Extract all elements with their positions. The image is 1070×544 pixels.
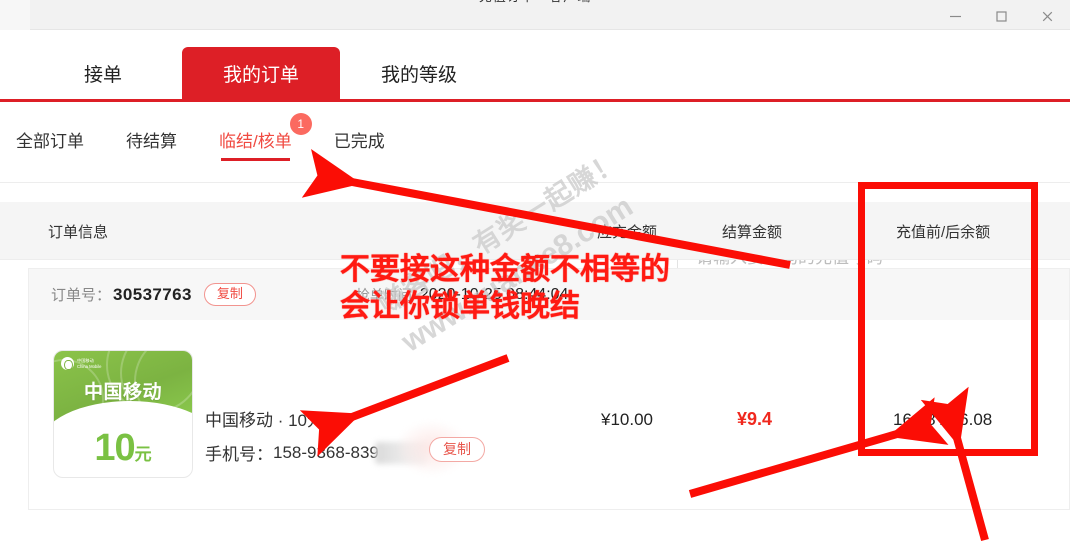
minimize-icon[interactable]: [932, 0, 978, 32]
tab-accept-orders[interactable]: 接单: [24, 47, 182, 99]
cell-amount-due: ¥10.00: [601, 410, 653, 429]
window-titlebar: 充值订单 - 客户端: [0, 0, 1070, 30]
table-header-row: 订单信息 应充金额 结算金额 充值前/后余额: [0, 202, 1070, 260]
sub-tab-pending-settlement[interactable]: 待结算: [126, 127, 177, 161]
sub-tab-label: 已完成: [333, 132, 385, 151]
order-time-label: 抢单时间: [355, 286, 412, 303]
sub-tab-all-orders[interactable]: 全部订单: [16, 127, 84, 161]
order-no-label: 订单号：: [51, 287, 112, 304]
order-time-value: 2020-10-25 08:44:04: [419, 285, 569, 303]
window-title: 充值订单 - 客户端: [0, 0, 1070, 5]
order-no-value: 30537763: [113, 284, 192, 304]
product-thumbnail: 中国移动 China Mobile 中国移动 10元: [53, 350, 193, 478]
column-header-order-info: 订单信息: [48, 223, 109, 241]
order-meta-row: 订单号： 30537763 复制 抢单时间 2020-10-25 08:44:0…: [28, 268, 1070, 320]
sub-tab-label: 全部订单: [16, 132, 84, 151]
product-name: 中国移动 · 10元: [205, 411, 325, 430]
china-mobile-logo-icon: [61, 357, 74, 370]
product-phone: 手机号： 158-9368-839: [205, 440, 427, 465]
sub-tab-temp-settle-verify[interactable]: 临结/核单 1: [219, 113, 312, 161]
table-row: 订单号： 30537763 复制 抢单时间 2020-10-25 08:44:0…: [28, 268, 1070, 510]
phone-value: 158-9368-839: [273, 442, 379, 462]
app-window: 充值订单 - 客户端 接单 我的订单 我的等级 全部订单 待结算: [0, 0, 1070, 544]
product-card-amount-number: 10: [94, 427, 135, 469]
column-header-amount-due: 应充金额: [597, 223, 658, 241]
carrier-logo: 中国移动 China Mobile: [61, 357, 101, 370]
product-card-banner: 中国移动 China Mobile 中国移动: [54, 351, 192, 423]
sub-tab-label: 临结/核单: [219, 132, 292, 151]
copy-order-no-button[interactable]: 复制: [203, 283, 256, 306]
carrier-logo-text: 中国移动 China Mobile: [77, 358, 102, 369]
sub-tab-label: 待结算: [126, 132, 177, 151]
sub-tab-list: 全部订单 待结算 临结/核单 1 已完成: [16, 113, 427, 161]
product-card-title: 中国移动: [83, 382, 162, 403]
tab-my-level[interactable]: 我的等级: [340, 47, 498, 99]
product-card-amount-unit: 元: [134, 445, 152, 464]
main-tab-bar: 接单 我的订单 我的等级: [0, 30, 1070, 102]
maximize-icon[interactable]: [978, 0, 1024, 32]
close-icon[interactable]: [1024, 0, 1070, 32]
window-controls: [932, 0, 1070, 32]
column-header-amount-settle: 结算金额: [722, 223, 783, 241]
tab-my-orders[interactable]: 我的订单: [182, 47, 340, 99]
phone-label: 手机号：: [205, 445, 273, 464]
cell-balance-before-after: 16.08 / 36.08: [893, 410, 993, 429]
sub-tab-badge: 1: [289, 113, 312, 135]
column-header-balance: 充值前/后余额: [896, 223, 991, 241]
product-card-amount: 10元: [54, 429, 192, 467]
sub-tab-completed[interactable]: 已完成: [334, 127, 385, 161]
cell-amount-settle: ¥9.4: [737, 409, 773, 429]
copy-phone-button[interactable]: 复制: [429, 437, 485, 463]
sub-tab-bar: 全部订单 待结算 临结/核单 1 已完成: [0, 105, 1070, 285]
